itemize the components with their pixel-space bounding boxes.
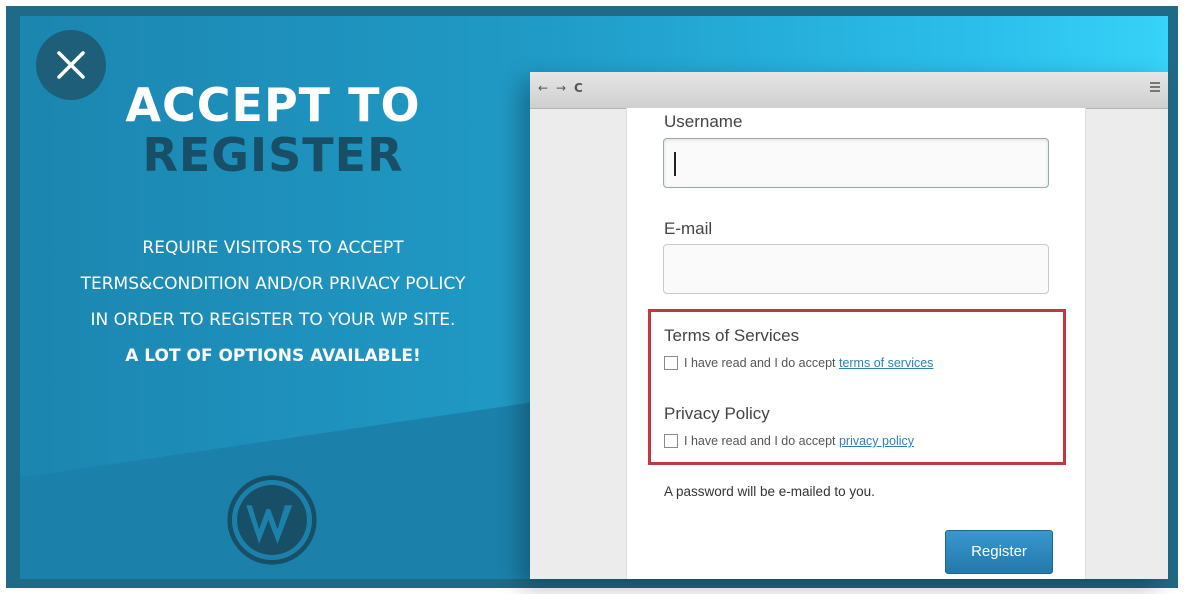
email-input[interactable] — [663, 244, 1049, 294]
close-icon — [57, 51, 85, 79]
reload-icon[interactable]: C — [574, 81, 583, 95]
terms-checkbox-text: I have read and I do accept — [684, 356, 839, 370]
terms-title: Terms of Services — [664, 326, 800, 345]
password-note: A password will be e-mailed to you. — [664, 484, 875, 499]
privacy-title: Privacy Policy — [664, 404, 770, 423]
browser-toolbar: ← → C — [530, 72, 1168, 109]
username-input[interactable] — [663, 138, 1049, 188]
promo-description-line: IN ORDER TO REGISTER TO YOUR WP SITE. — [90, 310, 456, 330]
registration-form: Username E-mail Terms of Services I have… — [626, 108, 1086, 579]
privacy-link[interactable]: privacy policy — [839, 434, 914, 448]
promo-description-line: REQUIRE VISITORS TO ACCEPT — [142, 238, 404, 258]
promo-description-highlight: A LOT OF OPTIONS AVAILABLE! — [125, 346, 421, 366]
username-label: Username — [664, 112, 743, 131]
hamburger-menu-icon[interactable] — [1150, 82, 1160, 92]
terms-link[interactable]: terms of services — [839, 356, 933, 370]
register-button[interactable]: Register — [945, 530, 1053, 574]
terms-checkbox[interactable] — [664, 356, 678, 370]
wordpress-logo-icon — [227, 475, 317, 565]
privacy-checkbox-text: I have read and I do accept — [684, 434, 839, 448]
browser-window: ← → C Username E-mail Terms of Services … — [530, 72, 1168, 579]
promo-title-line2: REGISTER — [142, 128, 404, 182]
text-caret — [674, 152, 676, 176]
promo-title-line1: ACCEPT TO — [125, 78, 421, 132]
terms-checkbox-label: I have read and I do accept terms of ser… — [684, 356, 933, 370]
forward-arrow-icon[interactable]: → — [556, 81, 566, 95]
privacy-checkbox-label: I have read and I do accept privacy poli… — [684, 434, 914, 448]
privacy-checkbox[interactable] — [664, 434, 678, 448]
back-arrow-icon[interactable]: ← — [538, 81, 548, 95]
promo-description-line: TERMS&CONDITION AND/OR PRIVACY POLICY — [80, 274, 466, 294]
email-label: E-mail — [664, 219, 713, 238]
